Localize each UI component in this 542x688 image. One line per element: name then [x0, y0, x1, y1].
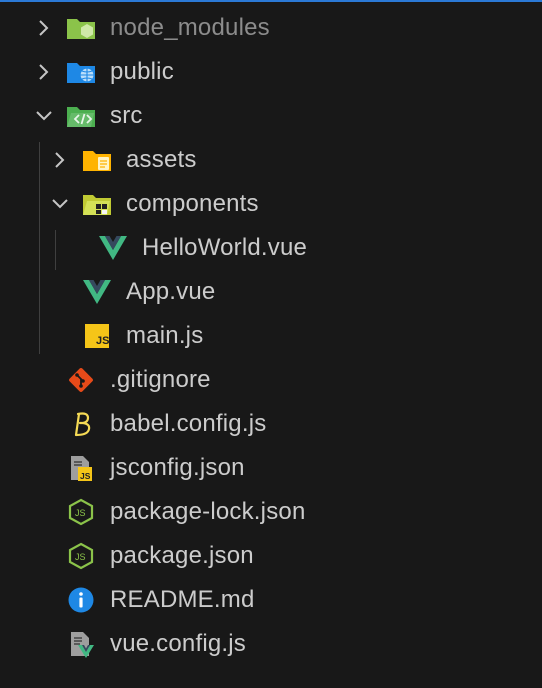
file-explorer-tree: node_modules public src assets component…	[0, 0, 542, 688]
tree-item-node-modules[interactable]: node_modules	[0, 6, 542, 50]
tree-item-package-lock[interactable]: JS package-lock.json	[0, 490, 542, 534]
tree-item-main-js[interactable]: JS main.js	[0, 314, 542, 358]
tree-item-label: main.js	[126, 322, 204, 349]
svg-text:JS: JS	[96, 335, 109, 347]
tree-item-label: package-lock.json	[110, 498, 306, 525]
tree-item-label: .gitignore	[110, 366, 211, 393]
chevron-right-icon[interactable]	[33, 17, 55, 39]
tree-item-label: assets	[126, 146, 197, 173]
svg-text:JS: JS	[75, 508, 86, 518]
tree-item-jsconfig[interactable]: JS jsconfig.json	[0, 446, 542, 490]
vue-icon	[82, 277, 112, 307]
svg-text:JS: JS	[80, 471, 91, 481]
info-icon	[66, 585, 96, 615]
nodejs-icon: JS	[66, 497, 96, 527]
tree-item-package-json[interactable]: JS package.json	[0, 534, 542, 578]
tree-item-src[interactable]: src	[0, 94, 542, 138]
vue-config-icon	[66, 629, 96, 659]
tree-item-label: vue.config.js	[110, 630, 247, 657]
babel-icon	[66, 409, 96, 439]
chevron-down-icon[interactable]	[49, 193, 71, 215]
public-folder-icon	[66, 57, 96, 87]
node-modules-folder-icon	[66, 13, 96, 43]
tree-item-helloworld-vue[interactable]: HelloWorld.vue	[0, 226, 542, 270]
vue-icon	[98, 233, 128, 263]
javascript-icon: JS	[82, 321, 112, 351]
tree-item-vue-config[interactable]: vue.config.js	[0, 622, 542, 666]
tree-item-label: public	[110, 58, 174, 85]
tree-item-label: components	[126, 190, 259, 217]
assets-folder-icon	[82, 145, 112, 175]
tree-item-label: App.vue	[126, 278, 216, 305]
tree-item-readme[interactable]: README.md	[0, 578, 542, 622]
tree-item-label: README.md	[110, 586, 255, 613]
tree-item-label: babel.config.js	[110, 410, 267, 437]
tree-item-public[interactable]: public	[0, 50, 542, 94]
chevron-right-icon[interactable]	[49, 149, 71, 171]
svg-text:JS: JS	[75, 552, 86, 562]
nodejs-icon: JS	[66, 541, 96, 571]
tree-item-label: package.json	[110, 542, 254, 569]
tree-item-babel-config[interactable]: babel.config.js	[0, 402, 542, 446]
chevron-down-icon[interactable]	[33, 105, 55, 127]
components-folder-icon	[82, 189, 112, 219]
tree-item-label: HelloWorld.vue	[142, 234, 308, 261]
tree-item-label: node_modules	[110, 14, 270, 41]
chevron-right-icon[interactable]	[33, 61, 55, 83]
tree-item-components[interactable]: components	[0, 182, 542, 226]
tree-item-label: jsconfig.json	[110, 454, 245, 481]
src-folder-icon	[66, 101, 96, 131]
tree-item-assets[interactable]: assets	[0, 138, 542, 182]
tree-item-gitignore[interactable]: .gitignore	[0, 358, 542, 402]
tree-item-app-vue[interactable]: App.vue	[0, 270, 542, 314]
git-icon	[66, 365, 96, 395]
tree-item-label: src	[110, 102, 143, 129]
jsconfig-icon: JS	[66, 453, 96, 483]
